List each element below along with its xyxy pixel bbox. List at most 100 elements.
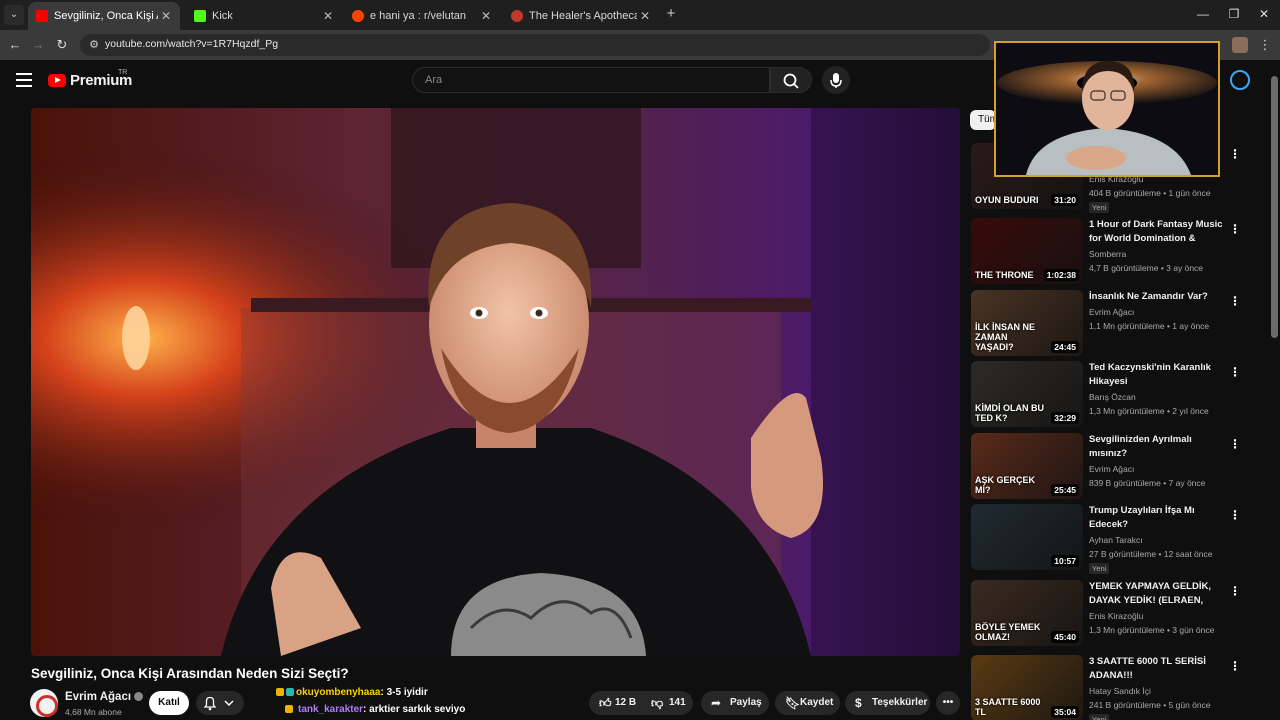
kick-favicon-icon bbox=[194, 10, 206, 22]
url-field[interactable]: ⚙ youtube.com/watch?v=1R7Hqzdf_Pg bbox=[80, 34, 990, 56]
voice-search-button[interactable] bbox=[822, 66, 850, 94]
like-count[interactable]: 12 B bbox=[615, 691, 636, 715]
channel-avatar[interactable] bbox=[30, 689, 58, 717]
recommendation-channel[interactable]: Evrim Ağacı bbox=[1089, 307, 1134, 317]
more-options-icon[interactable]: ⋮ bbox=[1229, 659, 1241, 673]
reddit-favicon-icon bbox=[352, 10, 364, 22]
page-scrollbar[interactable] bbox=[1271, 76, 1278, 338]
share-icon: ➦ bbox=[711, 696, 722, 710]
recommendation-title[interactable]: YEMEK YAPMAYA GELDİK, DAYAK YEDİK! (ELRA… bbox=[1089, 580, 1229, 608]
recommendation-thumbnail[interactable]: İLK İNSAN NE ZAMAN YAŞADI? 24:45 bbox=[971, 290, 1083, 356]
recommendation-thumbnail[interactable]: KİMDİ OLAN BU TED K? 32:29 bbox=[971, 361, 1083, 427]
recommendation-card[interactable]: İLK İNSAN NE ZAMAN YAŞADI? 24:45 İnsanlık … bbox=[971, 290, 1241, 356]
more-options-icon[interactable]: ⋮ bbox=[1229, 365, 1241, 379]
more-options-icon[interactable]: ⋮ bbox=[1229, 437, 1241, 451]
new-tab-icon[interactable]: + bbox=[663, 6, 679, 22]
dislike-icon[interactable]: 👎︎ bbox=[651, 691, 663, 715]
thumbnail-caption: KİMDİ OLAN BU TED K? bbox=[975, 403, 1044, 423]
recommendation-thumbnail[interactable]: THE THRONE 1:02:38 bbox=[971, 218, 1083, 284]
search-icon bbox=[783, 73, 799, 89]
youtube-premium-logo[interactable]: Premium TR bbox=[48, 69, 132, 89]
close-tab-icon[interactable]: ✕ bbox=[320, 9, 336, 23]
video-player[interactable] bbox=[31, 108, 960, 656]
recommendation-channel[interactable]: Evrim Ağacı bbox=[1089, 464, 1134, 474]
thumbnail-caption: İLK İNSAN NE ZAMAN YAŞADI? bbox=[975, 322, 1036, 352]
menu-icon[interactable] bbox=[16, 73, 32, 87]
recommendation-channel[interactable]: Enis Kirazoğlu bbox=[1089, 611, 1143, 621]
share-button[interactable]: ➦ Paylaş bbox=[701, 691, 769, 715]
recommendation-channel[interactable]: Ayhan Tarakcı bbox=[1089, 535, 1143, 545]
search-button[interactable] bbox=[770, 67, 812, 93]
join-button[interactable]: Katıl bbox=[149, 691, 189, 715]
channel-name[interactable]: Evrim Ağacı bbox=[65, 691, 144, 703]
recommendation-channel[interactable]: Hatay Sandık İçi bbox=[1089, 686, 1151, 696]
recommendation-title[interactable]: 1 Hour of Dark Fantasy Music for World D… bbox=[1089, 218, 1229, 246]
minimize-icon[interactable]: — bbox=[1193, 5, 1213, 23]
recommendation-card[interactable]: BÖYLE YEMEK OLMAZ! 45:40 YEMEK YAPMAYA GEL… bbox=[971, 580, 1241, 646]
dislike-count[interactable]: 141 bbox=[669, 691, 686, 715]
recommendation-title[interactable]: İnsanlık Ne Zamandır Var? bbox=[1089, 290, 1229, 304]
search-input[interactable]: Ara bbox=[412, 67, 770, 93]
close-tab-icon[interactable]: ✕ bbox=[637, 9, 653, 23]
verified-icon bbox=[134, 692, 144, 702]
more-options-icon[interactable]: ⋮ bbox=[1229, 147, 1241, 161]
close-window-icon[interactable]: ✕ bbox=[1254, 5, 1274, 23]
recommendation-title[interactable]: 3 SAATTE 6000 TL SERİSİ ADANA!!! bbox=[1089, 655, 1229, 682]
more-actions-button[interactable]: ••• bbox=[936, 691, 960, 715]
filter-chip-all[interactable]: Tüm bbox=[970, 110, 996, 130]
video-duration: 1:02:38 bbox=[1043, 269, 1079, 281]
forward-icon[interactable]: → bbox=[29, 36, 47, 54]
subscriber-count: 4,68 Mn abone bbox=[65, 707, 122, 717]
close-tab-icon[interactable]: ✕ bbox=[158, 9, 174, 23]
tab-healers-apothecary[interactable]: The Healer's Apothecary | Inkarr ✕ bbox=[503, 2, 659, 30]
more-options-icon[interactable]: ⋮ bbox=[1229, 584, 1241, 598]
notification-bell-button[interactable] bbox=[196, 691, 244, 715]
reload-icon[interactable]: ↻ bbox=[53, 36, 71, 54]
thanks-button[interactable]: $ Teşekkürler bbox=[845, 691, 930, 715]
recommendation-card[interactable]: THE THRONE 1:02:38 1 Hour of Dark Fantasy … bbox=[971, 218, 1241, 284]
live-chat-overlay: okuyombenyhaaa: 3-5 iyidir tank_karakter… bbox=[276, 685, 596, 720]
recommendation-meta: 404 B görüntüleme • 1 gün önce bbox=[1089, 188, 1211, 198]
bell-icon bbox=[203, 696, 234, 711]
maximize-icon[interactable]: ❐ bbox=[1224, 5, 1244, 23]
tab-kick[interactable]: Kick ✕ bbox=[186, 2, 342, 30]
recommendation-card[interactable]: AŞK GERÇEK Mİ? 25:45 Sevgilinizden Ayrılma… bbox=[971, 433, 1241, 499]
recommendation-title[interactable]: Trump Uzaylıları İfşa Mı Edecek? bbox=[1089, 504, 1229, 531]
back-icon[interactable]: ← bbox=[6, 36, 24, 54]
close-tab-icon[interactable]: ✕ bbox=[478, 9, 494, 23]
recommendation-thumbnail[interactable]: BÖYLE YEMEK OLMAZ! 45:40 bbox=[971, 580, 1083, 646]
save-button[interactable]: 🔖︎ Kaydet bbox=[775, 691, 840, 715]
recommendation-title[interactable]: Sevgilinizden Ayrılmalı mısınız? bbox=[1089, 433, 1229, 460]
browser-menu-icon[interactable]: ⋮ bbox=[1256, 36, 1274, 54]
video-duration: 45:40 bbox=[1051, 631, 1079, 643]
account-avatar[interactable] bbox=[1230, 70, 1250, 90]
tab-reddit[interactable]: e hani ya : r/velutan ✕ bbox=[344, 2, 500, 30]
profile-icon[interactable] bbox=[1232, 37, 1248, 53]
chat-badge-icon bbox=[286, 688, 294, 697]
recommendation-channel[interactable]: Barış Özcan bbox=[1089, 392, 1136, 402]
recommendation-meta: 1,3 Mn görüntüleme • 3 gün önce bbox=[1089, 625, 1215, 635]
site-info-icon[interactable]: ⚙ bbox=[86, 37, 102, 53]
youtube-logo-icon bbox=[48, 74, 66, 87]
more-options-icon[interactable]: ⋮ bbox=[1229, 222, 1241, 236]
thumbnail-caption: THE THRONE bbox=[975, 270, 1034, 280]
thumbnail-caption: OYUN BUDURI bbox=[975, 195, 1039, 205]
recommendation-channel[interactable]: Somberra bbox=[1089, 249, 1126, 259]
microphone-icon bbox=[830, 73, 842, 88]
more-options-icon[interactable]: ⋮ bbox=[1229, 508, 1241, 522]
recommendation-card[interactable]: 10:57 Trump Uzaylıları İfşa Mı Edecek? Ayh… bbox=[971, 504, 1241, 574]
chat-badge-icon bbox=[276, 688, 284, 697]
more-options-icon[interactable]: ⋮ bbox=[1229, 294, 1241, 308]
tab-search-button[interactable]: ⌄ bbox=[4, 5, 24, 25]
recommendation-card[interactable]: 3 SAATTE 6000 TL 35:04 3 SAATTE 6000 TL SE… bbox=[971, 655, 1241, 720]
recommendation-title[interactable]: Ted Kaczynski'nin Karanlık Hikayesi bbox=[1089, 361, 1229, 388]
new-badge: Yeni bbox=[1089, 202, 1110, 213]
recommendation-thumbnail[interactable]: AŞK GERÇEK Mİ? 25:45 bbox=[971, 433, 1083, 499]
tab-youtube[interactable]: Sevgiliniz, Onca Kişi Arasından ✕ bbox=[28, 2, 180, 30]
recommendation-thumbnail[interactable]: 3 SAATTE 6000 TL 35:04 bbox=[971, 655, 1083, 720]
like-icon[interactable]: 👍︎ bbox=[599, 691, 612, 715]
video-duration: 35:04 bbox=[1051, 706, 1079, 718]
browser-tab-bar: ⌄ Sevgiliniz, Onca Kişi Arasından ✕ Kick… bbox=[0, 0, 1280, 30]
recommendation-card[interactable]: KİMDİ OLAN BU TED K? 32:29 Ted Kaczynski'n… bbox=[971, 361, 1241, 427]
recommendation-thumbnail[interactable]: 10:57 bbox=[971, 504, 1083, 570]
